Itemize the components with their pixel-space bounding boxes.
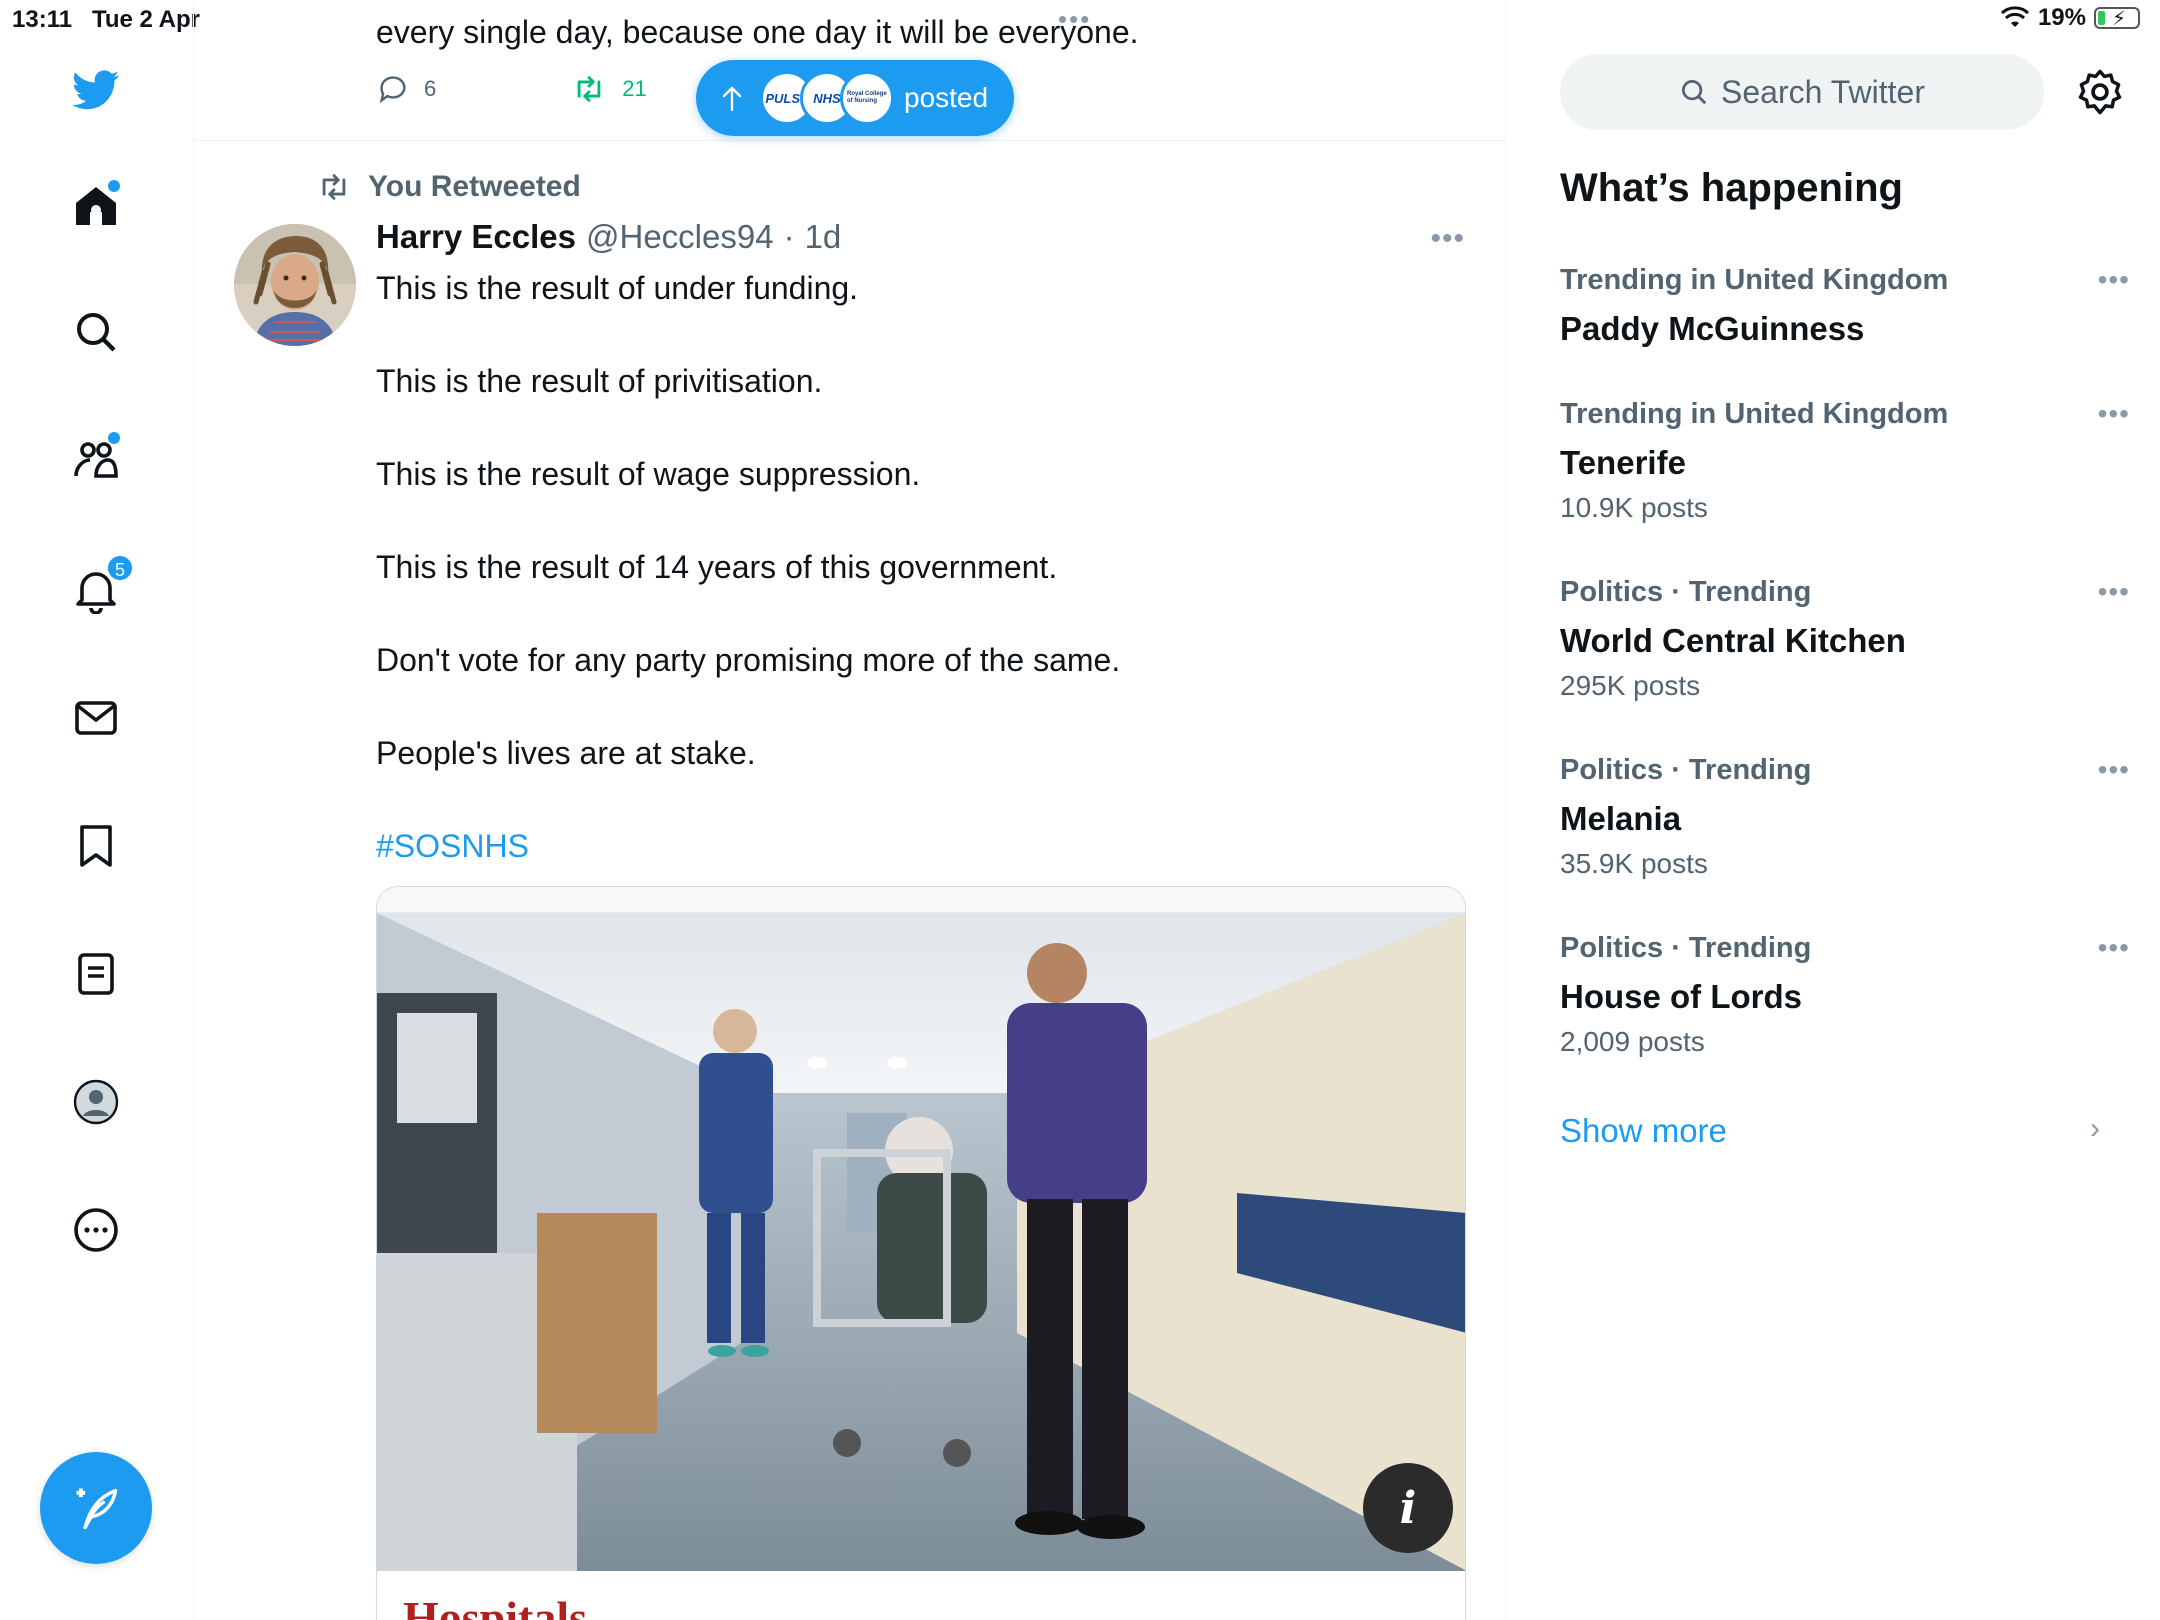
search-icon xyxy=(77,313,116,352)
tweet-line: People's lives are at stake. xyxy=(376,735,756,771)
tweet-line: This is the result of wage suppression. xyxy=(376,456,921,492)
trend-topic: House of Lords xyxy=(1560,978,1803,1015)
nav-messages[interactable] xyxy=(66,688,126,748)
nav-bookmarks[interactable] xyxy=(66,816,126,876)
timeline: every single day, because one day it wil… xyxy=(194,0,1506,1620)
tweet-divider xyxy=(194,140,1505,141)
tweet-line: This is the result of privitisation. xyxy=(376,363,823,399)
nav-lists[interactable] xyxy=(66,944,126,1004)
new-posts-pill[interactable]: PULSE NHS Royal College of Nursing poste… xyxy=(696,60,1015,136)
search-icon xyxy=(1682,80,1707,105)
retweet-button[interactable]: 21 xyxy=(570,72,647,106)
nav-home[interactable] xyxy=(66,176,126,236)
tweet-more-button[interactable]: ••• xyxy=(1430,222,1465,256)
profile-icon xyxy=(73,1079,119,1125)
trend-more-button[interactable]: ••• xyxy=(2098,932,2130,964)
search-placeholder: Search Twitter xyxy=(1721,73,1925,110)
tweet-time[interactable]: 1d xyxy=(805,218,842,256)
trend-item[interactable]: Politics · Trending House of Lords 2,009… xyxy=(1560,932,2129,1058)
twitter-logo-icon xyxy=(72,70,120,110)
gear-icon xyxy=(2078,69,2122,115)
card-headline: Hospitals xyxy=(403,1592,588,1620)
trend-context: Politics · Trending xyxy=(1560,754,1812,786)
hospital-corridor-photo xyxy=(377,913,1465,1571)
nav-explore[interactable] xyxy=(66,302,126,362)
trend-more-button[interactable]: ••• xyxy=(2098,576,2130,608)
retweet-icon xyxy=(577,76,601,102)
tweet-line: Don't vote for any party promising more … xyxy=(376,642,1121,678)
author-photo xyxy=(234,224,356,346)
retweet-count: 21 xyxy=(622,76,647,101)
nav-notifications[interactable]: 5 xyxy=(66,554,134,620)
previous-tweet-text: every single day, because one day it wil… xyxy=(376,14,1139,50)
lists-icon xyxy=(78,953,114,995)
show-more-link[interactable]: Show more xyxy=(1560,1112,1727,1150)
bookmarks-icon xyxy=(80,825,112,867)
right-sidebar: Search Twitter What’s happening Trending… xyxy=(1506,0,2160,1620)
tweet-line: This is the result of 14 years of this g… xyxy=(376,549,1058,585)
author-handle[interactable]: @Heccles94 xyxy=(586,218,774,256)
reply-count: 6 xyxy=(424,76,437,101)
search-input[interactable]: Search Twitter xyxy=(1560,54,2044,130)
reply-icon xyxy=(379,76,406,104)
trend-post-count: 2,009 posts xyxy=(1560,1026,1705,1057)
trend-topic: World Central Kitchen xyxy=(1560,622,1906,659)
tweet-line: This is the result of under funding. xyxy=(376,270,859,306)
trend-context: Trending in United Kingdom xyxy=(1560,398,1949,430)
trend-post-count: 10.9K posts xyxy=(1560,492,1708,523)
trend-context: Trending in United Kingdom xyxy=(1560,264,1949,296)
messages-icon xyxy=(75,701,117,735)
nav-profile[interactable] xyxy=(66,1072,126,1132)
twitter-logo-button[interactable] xyxy=(66,60,126,120)
settings-button[interactable] xyxy=(2074,66,2126,118)
meta-separator: · xyxy=(783,218,795,255)
notifications-badge: 5 xyxy=(106,554,134,582)
trend-item[interactable]: Trending in United Kingdom Tenerife 10.9… xyxy=(1560,398,2129,524)
nav-more[interactable] xyxy=(66,1200,126,1260)
tweet-header: Harry Eccles @Heccles94 · 1d xyxy=(376,218,841,256)
trend-item[interactable]: Politics · Trending Melania 35.9K posts … xyxy=(1560,754,2129,880)
previous-tweet-actions: 6 21 xyxy=(376,72,647,106)
hashtag-link[interactable]: #SOSNHS xyxy=(376,824,1456,869)
reply-button[interactable]: 6 xyxy=(376,72,436,106)
left-navigation: 5 xyxy=(0,0,194,1620)
nav-communities[interactable] xyxy=(66,430,126,490)
trend-item[interactable]: Trending in United Kingdom Paddy McGuinn… xyxy=(1560,264,2129,350)
arrow-up-icon xyxy=(722,86,742,112)
trend-topic: Tenerife xyxy=(1560,444,1686,481)
link-card[interactable]: i Hospitals xyxy=(376,886,1466,1620)
new-posts-label: posted xyxy=(904,82,989,113)
compose-icon xyxy=(76,1488,118,1530)
trend-topic: Melania xyxy=(1560,800,1682,837)
card-top-band xyxy=(377,887,1465,913)
trend-context: Politics · Trending xyxy=(1560,932,1812,964)
author-avatar[interactable] xyxy=(234,224,356,346)
tweet-text: This is the result of under funding. Thi… xyxy=(376,266,1456,917)
trend-topic: Paddy McGuinness xyxy=(1560,310,1865,347)
trend-post-count: 35.9K posts xyxy=(1560,848,1708,879)
rcn-avatar: Royal College of Nursing xyxy=(840,71,894,125)
compose-tweet-button[interactable] xyxy=(40,1452,152,1564)
trend-more-button[interactable]: ••• xyxy=(2098,754,2130,786)
whats-happening-heading: What’s happening xyxy=(1560,166,1903,210)
retweeted-label: You Retweeted xyxy=(368,170,581,203)
home-unread-dot xyxy=(108,180,120,192)
retweet-icon xyxy=(322,174,346,200)
author-name[interactable]: Harry Eccles xyxy=(376,218,576,256)
retweeted-indicator: You Retweeted xyxy=(314,170,581,204)
more-icon xyxy=(74,1208,118,1252)
trend-context: Politics · Trending xyxy=(1560,576,1812,608)
trend-more-button[interactable]: ••• xyxy=(2098,264,2130,296)
trend-post-count: 295K posts xyxy=(1560,670,1701,701)
trend-more-button[interactable]: ••• xyxy=(2098,398,2130,430)
trend-item[interactable]: Politics · Trending World Central Kitche… xyxy=(1560,576,2129,702)
new-posts-avatars: PULSE NHS Royal College of Nursing xyxy=(760,71,894,125)
communities-unread-dot xyxy=(108,432,120,444)
image-info-button[interactable]: i xyxy=(1363,1463,1453,1553)
chevron-right-icon: › xyxy=(2090,1112,2100,1145)
